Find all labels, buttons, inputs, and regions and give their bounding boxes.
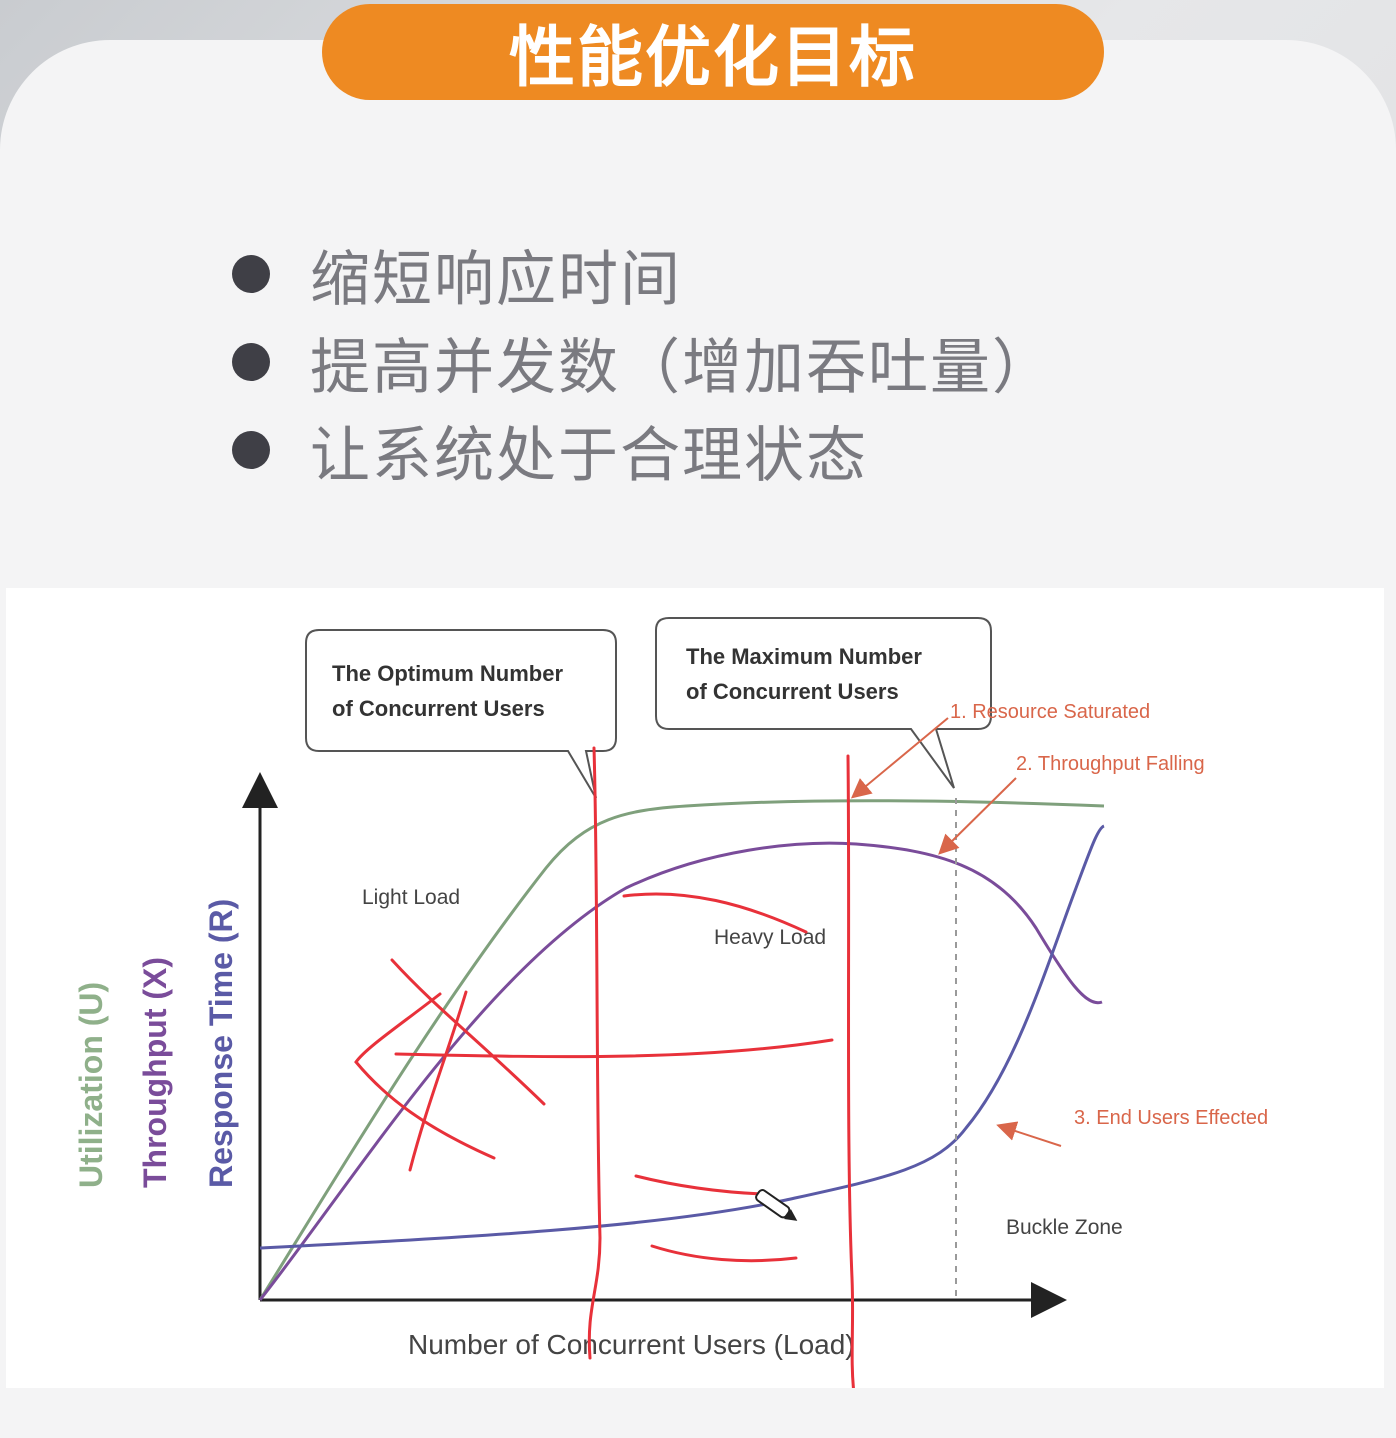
red-annotations bbox=[354, 746, 855, 1388]
bullet-text: 缩短响应时间 bbox=[310, 244, 682, 315]
callout-optimum-line2: of Concurrent Users bbox=[332, 696, 545, 721]
red-vertical-maximum bbox=[846, 754, 855, 1388]
y-label-throughput: Throughput (X) bbox=[137, 957, 173, 1188]
light-load-label: Light Load bbox=[362, 886, 460, 909]
slide-title: 性能优化目标 bbox=[509, 19, 917, 96]
note-resource-saturated: 1. Resource Saturated bbox=[950, 701, 1150, 723]
callout-maximum-line2: of Concurrent Users bbox=[686, 679, 899, 704]
bullet-item: 提高并发数（增加吞吐量） bbox=[232, 318, 1054, 406]
performance-diagram: The Optimum Number of Concurrent Users T… bbox=[6, 588, 1384, 1388]
red-scribble-6 bbox=[634, 1174, 764, 1196]
bullet-dot-icon bbox=[232, 255, 270, 293]
diagram-svg: The Optimum Number of Concurrent Users T… bbox=[73, 617, 1268, 1388]
bullet-text: 让系统处于合理状态 bbox=[310, 420, 868, 491]
red-vertical-optimum bbox=[587, 746, 602, 1360]
red-scribble-7 bbox=[650, 1244, 798, 1263]
bullet-text: 提高并发数（增加吞吐量） bbox=[310, 332, 1054, 403]
x-axis-label: Number of Concurrent Users (Load) bbox=[408, 1329, 855, 1360]
note-2-arrow bbox=[938, 777, 1017, 855]
callout-optimum-line1: The Optimum Number bbox=[332, 661, 563, 686]
buckle-zone-label: Buckle Zone bbox=[1006, 1216, 1123, 1239]
bullet-item: 让系统处于合理状态 bbox=[232, 406, 1054, 494]
utilization-curve bbox=[258, 799, 1105, 1301]
bullet-dot-icon bbox=[232, 343, 270, 381]
callout-maximum-line1: The Maximum Number bbox=[686, 644, 922, 669]
red-scribble-1 bbox=[390, 958, 546, 1106]
bullet-dot-icon bbox=[232, 431, 270, 469]
y-label-utilization: Utilization (U) bbox=[73, 982, 109, 1188]
red-scribble-4 bbox=[394, 1038, 834, 1059]
bullet-list: 缩短响应时间 提高并发数（增加吞吐量） 让系统处于合理状态 bbox=[232, 230, 1054, 494]
note-end-users-effected: 3. End Users Effected bbox=[1074, 1107, 1268, 1129]
note-3-arrow bbox=[996, 1121, 1062, 1147]
note-throughput-falling: 2. Throughput Falling bbox=[1016, 753, 1205, 775]
bullet-item: 缩短响应时间 bbox=[232, 230, 1054, 318]
y-label-response-time: Response Time (R) bbox=[203, 899, 239, 1188]
red-scribble-3 bbox=[354, 992, 496, 1160]
throughput-curve bbox=[258, 841, 1103, 1301]
title-banner: 性能优化目标 bbox=[322, 4, 1104, 100]
pen-cursor-icon bbox=[755, 1189, 798, 1221]
heavy-load-label: Heavy Load bbox=[714, 926, 826, 949]
